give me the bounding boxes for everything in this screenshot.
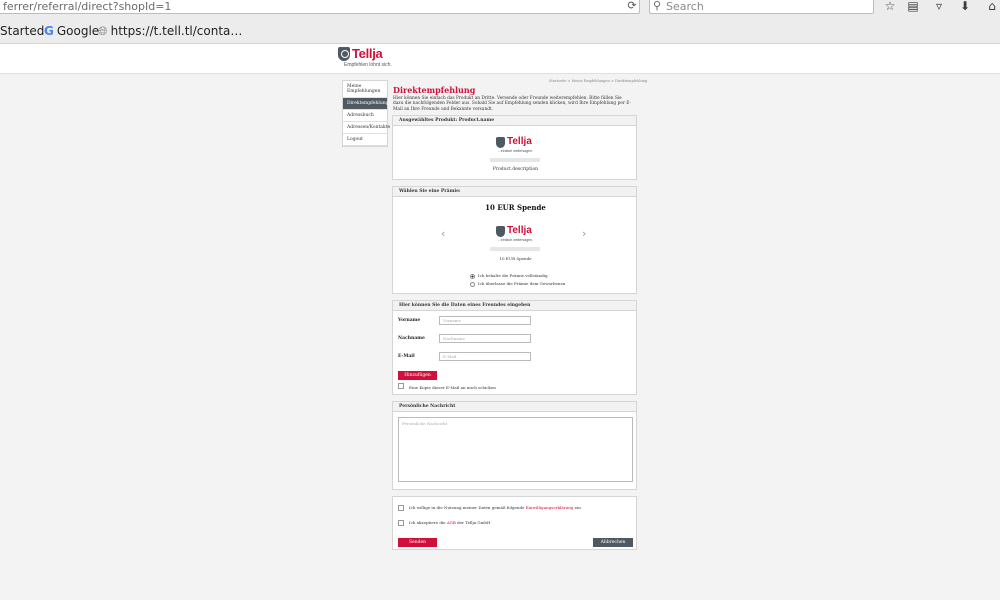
reward-option-keep[interactable]: Ich behalte die Prämie vollständig [470, 273, 548, 279]
reward-title: 10 EUR Spende [485, 203, 546, 212]
reload-icon[interactable]: ⟳ [624, 0, 640, 13]
address-bar[interactable]: ferrer/referral/direct?shopId=1 [0, 0, 640, 14]
reward-logo: Tellja ...einfach weitersagen. [490, 224, 540, 246]
search-icon: ⚲ [653, 0, 662, 12]
reading-list-icon[interactable]: ▤ [905, 0, 921, 13]
email-label: E-Mail [398, 354, 415, 359]
send-button[interactable]: Senden [398, 538, 437, 547]
product-logo-sub: ...einfach weitersagen. [498, 149, 534, 153]
terms-text: Ich akzeptiere die AGB der Tellja GmbH [409, 520, 490, 525]
product-description: Product.description [492, 167, 539, 172]
reward-option-keep-label: Ich behalte die Prämie vollständig [478, 273, 548, 278]
message-textarea[interactable]: Persönliche Nachricht [398, 417, 633, 482]
reward-caption: 10 EUR Spende [499, 256, 532, 261]
bookmark-google-label: Google [56, 24, 100, 38]
terms-text-post: der Tellja GmbH [457, 520, 491, 525]
reward-option-give-label: Ich überlasse die Prämie dem Geworbenen [478, 281, 566, 286]
reward-option-give[interactable]: Ich überlasse die Prämie dem Geworbenen [470, 281, 565, 287]
consent-panel: Ich willige in die Nutzung meiner Daten … [392, 496, 637, 550]
shield-icon [496, 226, 505, 237]
globe-icon: 🌐︎ [98, 24, 108, 38]
browser-toolbar: ferrer/referral/direct?shopId=1 ⟳ ⚲ Sear… [0, 0, 1000, 16]
consent-text-post: ein [574, 505, 581, 510]
message-panel-heading: Persönliche Nachricht [393, 402, 636, 412]
terms-link[interactable]: AGB [447, 520, 456, 525]
page-title: Direktempfehlung [393, 85, 476, 95]
site-header: Tellja Empfehlen lohnt sich. [0, 44, 1000, 74]
shield-icon [496, 137, 505, 148]
terms-text-pre: Ich akzeptiere die [409, 520, 446, 525]
product-panel: Ausgewähltes Produkt: Product.name Tellj… [392, 115, 637, 180]
intro-text: Hier können Sie einfach das Produkt an D… [393, 96, 631, 112]
copy-label: Eine Kopie dieser E-Mail an mich schicke… [409, 385, 496, 390]
copy-checkbox[interactable] [398, 383, 404, 389]
chevron-right-icon[interactable]: › [582, 227, 586, 240]
bookmark-started[interactable]: Started [0, 24, 44, 38]
reward-image: Tellja ...einfach weitersagen. [490, 224, 540, 251]
search-placeholder: Search [666, 0, 704, 13]
image-bar [490, 158, 540, 162]
product-image: Tellja ...einfach weitersagen. [490, 135, 540, 162]
friend-panel: Hier können Sie die Daten eines Freundes… [392, 300, 637, 395]
image-bar [490, 247, 540, 251]
consent-text: Ich willige in die Nutzung meiner Daten … [409, 505, 581, 510]
google-icon: G [44, 24, 54, 38]
breadcrumb: Startseite > Meine Empfehlungen > Direkt… [549, 79, 648, 83]
logo-tagline: Empfehlen lohnt sich. [344, 62, 392, 68]
message-panel: Persönliche Nachricht Persönliche Nachri… [392, 401, 637, 490]
add-button[interactable]: Hinzufügen [398, 371, 437, 380]
side-nav: Meine Empfehlungen Direktempfehlung Adre… [342, 80, 390, 147]
email-input[interactable]: E-Mail [439, 352, 531, 361]
lastname-input[interactable]: Nachname [439, 334, 531, 343]
nav-item-adressbuch[interactable]: Adressbuch [343, 110, 387, 122]
radio-button[interactable] [470, 273, 475, 279]
browser-search-input[interactable]: ⚲ Search [649, 0, 874, 14]
bookmarks-bar: Started G Google 🌐︎ https://t.tell.tl/cont… [0, 16, 1000, 44]
star-icon[interactable]: ☆ [882, 0, 898, 13]
reward-panel-heading: Wählen Sie eine Prämie: [393, 187, 636, 197]
nav-item-direktempfehlung[interactable]: Direktempfehlung [343, 98, 389, 110]
reward-logo-sub: ...einfach weitersagen. [498, 238, 534, 242]
tellja-logo[interactable]: Tellja Empfehlen lohnt sich. [338, 46, 398, 71]
consent-text-pre: Ich willige in die Nutzung meiner Daten … [409, 505, 525, 510]
nav-item-adressen-kontakte[interactable]: Adressen/Kontakte [343, 122, 390, 134]
product-panel-heading: Ausgewähltes Produkt: Product.name [393, 116, 636, 126]
lastname-label: Nachname [398, 336, 425, 341]
consent-link[interactable]: Einwilligungserklärung [526, 505, 574, 510]
reward-logo-word: Tellja [507, 225, 532, 236]
download-icon[interactable]: ⬇ [957, 0, 973, 13]
product-logo-word: Tellja [507, 136, 532, 147]
bookmark-tell-label: https://t.tell.tl/conta… [110, 24, 243, 38]
firstname-label: Vorname [398, 318, 421, 323]
pocket-icon[interactable]: ▿ [931, 0, 947, 13]
logo-wordmark: Tellja [352, 46, 383, 61]
chevron-left-icon[interactable]: ‹ [441, 227, 445, 240]
terms-checkbox[interactable] [398, 520, 404, 526]
friend-panel-heading: Hier können Sie die Daten eines Freundes… [393, 301, 636, 311]
bookmark-tell[interactable]: 🌐︎ https://t.tell.tl/conta… [98, 24, 242, 39]
radio-button[interactable] [470, 281, 475, 287]
reward-panel: Wählen Sie eine Prämie: 10 EUR Spende ‹ … [392, 186, 637, 294]
product-logo: Tellja ...einfach weitersagen. [490, 135, 540, 157]
nav-item-meine-empfehlungen[interactable]: Meine Empfehlungen [343, 81, 387, 98]
cancel-button[interactable]: Abbrechen [593, 538, 633, 547]
nav-item-logout[interactable]: Logout [343, 134, 387, 146]
consent-checkbox[interactable] [398, 505, 404, 511]
shield-icon [338, 47, 350, 61]
firstname-input[interactable]: Vorname [439, 316, 531, 325]
home-icon[interactable]: ⌂ [984, 0, 1000, 13]
bookmark-google[interactable]: G Google [44, 24, 99, 38]
